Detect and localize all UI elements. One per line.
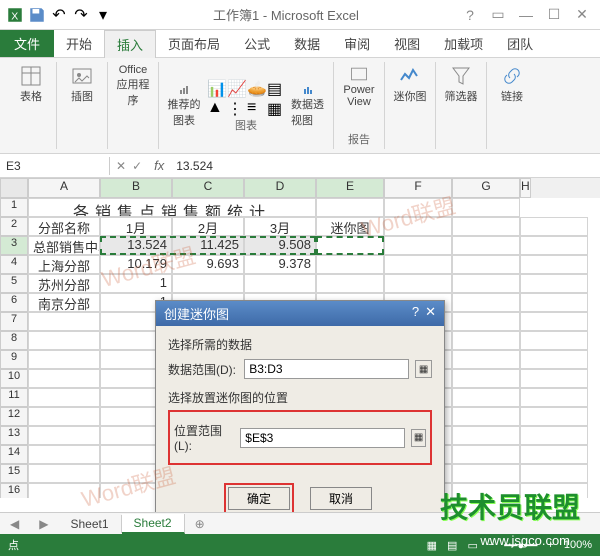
undo-icon[interactable]: ↶ <box>50 6 68 24</box>
row-header[interactable]: 4 <box>0 255 28 274</box>
title-bar: X ↶ ↷ ▾ 工作簿1 - Microsoft Excel ? ▭ — ☐ ✕ <box>0 0 600 30</box>
cell[interactable]: 各销售点销售额统计 <box>28 198 316 217</box>
line-chart-icon[interactable]: 📈 <box>227 79 245 97</box>
url-overlay: www.jsgco.com <box>480 533 570 548</box>
name-box[interactable]: E3 <box>0 157 110 175</box>
ribbon-group-reports: Power View 报告 <box>334 62 385 149</box>
redo-icon[interactable]: ↷ <box>72 6 90 24</box>
close-icon[interactable]: ✕ <box>572 5 592 25</box>
ribbon-tabs: 文件 开始 插入 页面布局 公式 数据 审阅 视图 加载项 团队 <box>0 30 600 58</box>
status-mode: 点 <box>8 537 19 553</box>
dialog-close-icon[interactable]: ✕ <box>425 304 436 323</box>
dialog-title: 创建迷你图 <box>164 304 229 323</box>
pivot-chart-button[interactable]: 数据透视图 <box>291 84 325 128</box>
qat-dropdown-icon[interactable]: ▾ <box>94 6 112 24</box>
tab-team[interactable]: 团队 <box>495 30 545 57</box>
accept-formula-icon[interactable]: ✓ <box>132 159 142 173</box>
powerview-button[interactable]: Power View <box>342 64 376 108</box>
sparklines-button[interactable]: 迷你图 <box>393 64 427 108</box>
column-chart-icon[interactable]: 📊 <box>207 79 225 97</box>
ribbon-group-charts: 推荐的 图表 📊📈🥧▤ ▲⋮≡▦ 图表 数据透视图 <box>159 62 334 149</box>
view-normal-icon[interactable]: ▦ <box>427 539 437 552</box>
charts-group-label: 图表 <box>207 117 285 133</box>
col-header-a[interactable]: A <box>28 178 100 198</box>
select-all-corner[interactable] <box>0 178 28 198</box>
col-header-e[interactable]: E <box>316 178 384 198</box>
view-break-icon[interactable]: ▭ <box>467 539 477 552</box>
add-sheet-icon[interactable]: ⊕ <box>185 517 215 531</box>
col-header-d[interactable]: D <box>244 178 316 198</box>
col-header-h[interactable]: H <box>520 178 531 198</box>
ok-button[interactable]: 确定 <box>228 487 290 510</box>
range-picker-icon[interactable]: ▦ <box>411 429 426 447</box>
ribbon-group-filters: 筛选器 <box>436 62 487 149</box>
combo-chart-icon[interactable]: ▦ <box>267 99 285 117</box>
formula-bar: E3 ✕ ✓ fx 13.524 <box>0 154 600 178</box>
tab-insert[interactable]: 插入 <box>104 30 156 58</box>
sheet-nav-prev[interactable]: ◀ <box>0 517 29 531</box>
tab-review[interactable]: 审阅 <box>332 30 382 57</box>
view-layout-icon[interactable]: ▤ <box>447 539 457 552</box>
dialog-help-icon[interactable]: ? <box>412 304 419 323</box>
recommended-charts-button[interactable]: 推荐的 图表 <box>167 84 201 128</box>
dialog-section2: 选择放置迷你图的位置 <box>168 389 432 406</box>
dialog-section1: 选择所需的数据 <box>168 336 432 353</box>
tab-formula[interactable]: 公式 <box>232 30 282 57</box>
save-icon[interactable] <box>28 6 46 24</box>
cancel-button[interactable]: 取消 <box>310 487 372 510</box>
ribbon-group-links: 链接 <box>487 62 537 149</box>
minimize-icon[interactable]: — <box>516 5 536 25</box>
fx-icon[interactable]: fx <box>148 158 170 173</box>
window-title: 工作簿1 - Microsoft Excel <box>112 5 460 24</box>
tab-addin[interactable]: 加载项 <box>432 30 495 57</box>
excel-icon: X <box>6 6 24 24</box>
ribbon-group-illustrations: 插图 <box>57 62 108 149</box>
pie-chart-icon[interactable]: 🥧 <box>247 79 265 97</box>
svg-text:X: X <box>11 10 18 22</box>
maximize-icon[interactable]: ☐ <box>544 5 564 25</box>
stock-chart-icon[interactable]: ≡ <box>247 99 265 117</box>
formula-input[interactable]: 13.524 <box>170 157 600 175</box>
col-header-f[interactable]: F <box>384 178 452 198</box>
chart-type-grid[interactable]: 📊📈🥧▤ ▲⋮≡▦ <box>207 79 285 117</box>
tab-data[interactable]: 数据 <box>282 30 332 57</box>
row-header[interactable]: 3 <box>0 236 28 255</box>
office-apps-button[interactable]: Office 应用程序 <box>116 64 150 108</box>
filters-button[interactable]: 筛选器 <box>444 64 478 108</box>
row-header[interactable]: 1 <box>0 198 28 217</box>
col-header-c[interactable]: C <box>172 178 244 198</box>
row-header[interactable]: 2 <box>0 217 28 236</box>
col-header-g[interactable]: G <box>452 178 520 198</box>
tab-layout[interactable]: 页面布局 <box>156 30 232 57</box>
data-range-input[interactable] <box>244 359 409 379</box>
location-range-label: 位置范围(L): <box>174 422 234 453</box>
illustrations-button[interactable]: 插图 <box>65 64 99 108</box>
ribbon: 表格 插图 Office 应用程序 推荐的 图表 📊📈🥧▤ ▲⋮≡▦ 图表 数据… <box>0 58 600 154</box>
sheet-tab[interactable]: Sheet2 <box>122 514 185 534</box>
tab-view[interactable]: 视图 <box>382 30 432 57</box>
location-range-input[interactable] <box>240 428 405 448</box>
range-picker-icon[interactable]: ▦ <box>415 360 432 378</box>
col-header-b[interactable]: B <box>100 178 172 198</box>
row-header[interactable]: 5 <box>0 274 28 293</box>
sheet-nav-next[interactable]: ▶ <box>29 517 58 531</box>
cancel-formula-icon[interactable]: ✕ <box>116 159 126 173</box>
tab-home[interactable]: 开始 <box>54 30 104 57</box>
help-icon[interactable]: ? <box>460 5 480 25</box>
data-range-label: 数据范围(D): <box>168 361 238 378</box>
brand-overlay: 技术员联盟 <box>440 486 580 526</box>
tables-button[interactable]: 表格 <box>14 64 48 108</box>
sheet-tab[interactable]: Sheet1 <box>58 515 121 533</box>
ribbon-display-icon[interactable]: ▭ <box>488 5 508 25</box>
bar-chart-icon[interactable]: ▤ <box>267 79 285 97</box>
links-button[interactable]: 链接 <box>495 64 529 108</box>
area-chart-icon[interactable]: ▲ <box>207 99 225 117</box>
row-header[interactable]: 6 <box>0 293 28 312</box>
create-sparkline-dialog: 创建迷你图 ? ✕ 选择所需的数据 数据范围(D): ▦ 选择放置迷你图的位置 位… <box>155 300 445 523</box>
ribbon-group-apps: Office 应用程序 <box>108 62 159 149</box>
scatter-chart-icon[interactable]: ⋮ <box>227 99 245 117</box>
ribbon-group-sparklines: 迷你图 <box>385 62 436 149</box>
tab-file[interactable]: 文件 <box>0 30 54 57</box>
ribbon-group-tables: 表格 <box>6 62 57 149</box>
